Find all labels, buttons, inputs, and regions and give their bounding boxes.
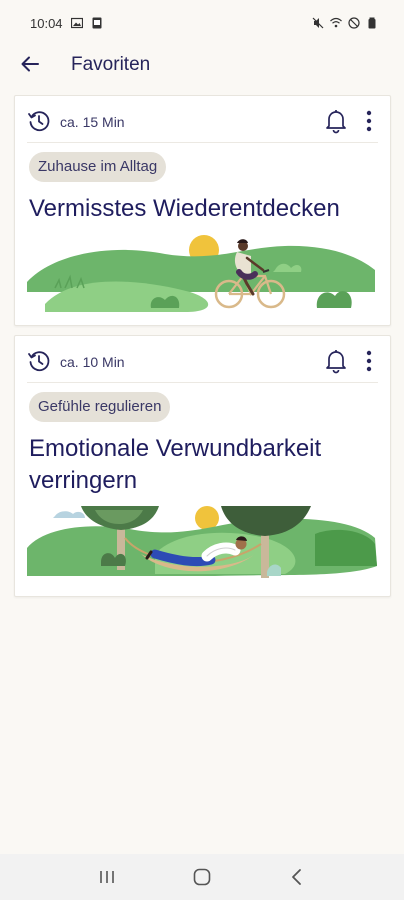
mute-icon bbox=[312, 17, 324, 29]
app-bar: Favoriten bbox=[0, 46, 404, 82]
home-icon bbox=[193, 868, 211, 886]
page-title: Favoriten bbox=[71, 54, 151, 75]
status-bar: 10:04 bbox=[0, 0, 404, 46]
screenshot-icon bbox=[92, 17, 102, 29]
bell-icon[interactable] bbox=[324, 108, 348, 134]
duration-label: ca. 15 Min bbox=[60, 114, 125, 130]
nav-back-button[interactable] bbox=[282, 862, 312, 892]
recents-button[interactable] bbox=[92, 862, 122, 892]
clock-history-icon bbox=[28, 351, 50, 372]
card-header: ca. 15 Min bbox=[15, 96, 390, 144]
card-title: Vermisstes Wiederentdecken bbox=[29, 195, 340, 222]
hammock-illustration bbox=[27, 506, 377, 578]
recents-icon bbox=[100, 871, 115, 883]
clock-history-icon bbox=[28, 111, 50, 132]
duration-label: ca. 10 Min bbox=[60, 354, 125, 370]
favorite-card-2[interactable]: ca. 10 Min Gefühle regulieren Emotionale… bbox=[14, 335, 391, 597]
home-button[interactable] bbox=[187, 862, 217, 892]
system-nav-bar bbox=[0, 854, 404, 900]
more-vertical-icon[interactable] bbox=[362, 108, 376, 134]
dnd-icon bbox=[348, 17, 360, 29]
cyclist-illustration bbox=[27, 235, 375, 312]
card-title: Emotionale Verwundbarkeit verringern bbox=[29, 435, 322, 494]
wifi-icon bbox=[330, 17, 342, 28]
arrow-left-icon bbox=[21, 56, 39, 72]
battery-icon bbox=[368, 17, 376, 29]
category-chip: Zuhause im Alltag bbox=[29, 152, 167, 182]
card-divider bbox=[27, 142, 378, 143]
category-chip: Gefühle regulieren bbox=[29, 392, 171, 422]
back-button[interactable] bbox=[16, 50, 44, 78]
favorite-card-1[interactable]: ca. 15 Min Zuhause im Alltag Vermisstes … bbox=[14, 95, 391, 326]
status-time: 10:04 bbox=[30, 15, 63, 31]
more-vertical-icon[interactable] bbox=[362, 348, 376, 374]
card-header: ca. 10 Min bbox=[15, 336, 390, 384]
bell-icon[interactable] bbox=[324, 348, 348, 374]
gallery-icon bbox=[70, 17, 83, 29]
back-icon bbox=[291, 869, 301, 885]
card-divider bbox=[27, 382, 378, 383]
